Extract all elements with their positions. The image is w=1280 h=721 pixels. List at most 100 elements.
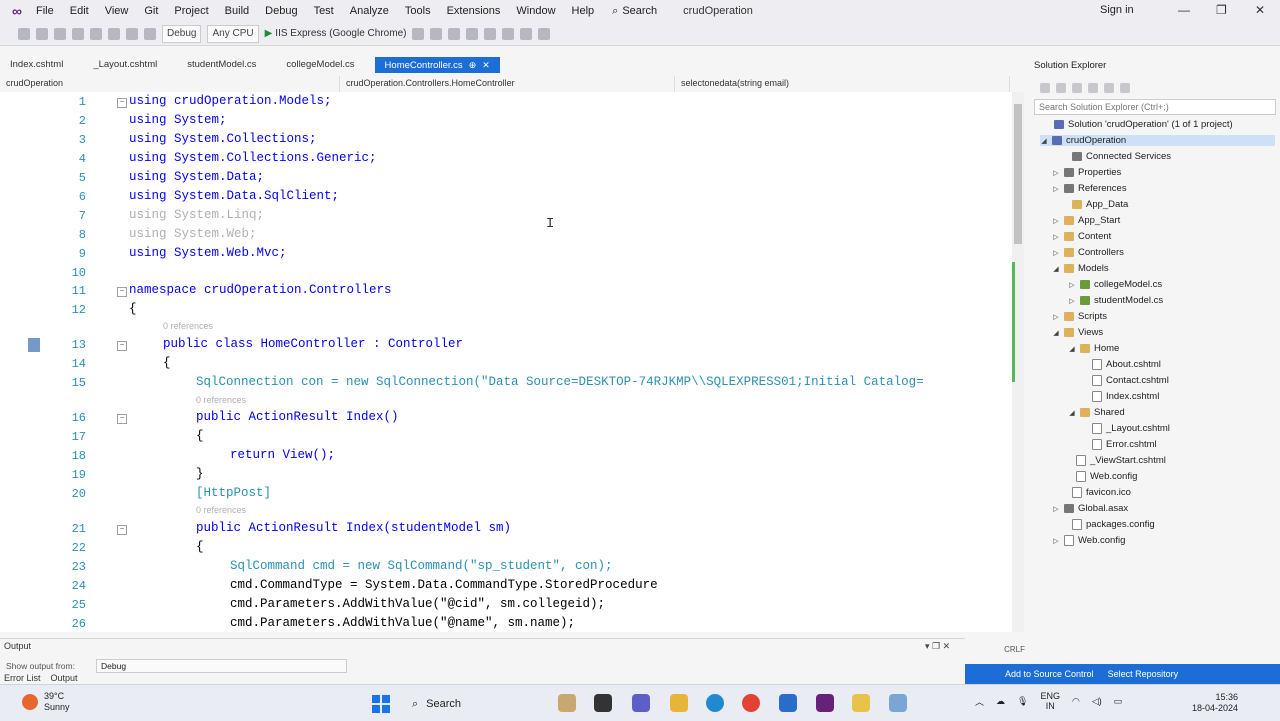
taskbar-app-icon[interactable] (852, 694, 870, 712)
home-icon[interactable] (1040, 83, 1050, 93)
tree-packages-config[interactable]: packages.config (1060, 519, 1155, 530)
tree-studentmodel[interactable]: ▷ studentModel.cs (1068, 295, 1163, 306)
collapse-all-icon[interactable] (1088, 83, 1098, 93)
tab-collegemodel-cs[interactable]: collegeModel.cs (276, 57, 364, 73)
visual-studio-icon[interactable] (816, 694, 834, 712)
tree-collegemodel[interactable]: ▷ collegeModel.cs (1068, 279, 1162, 290)
redo-icon[interactable] (144, 27, 156, 40)
new-project-icon[interactable] (54, 27, 66, 40)
breakpoint-glyph-icon[interactable] (28, 338, 40, 352)
show-all-files-icon[interactable] (1104, 83, 1114, 93)
tab-index-cshtml[interactable]: Index.cshtml (0, 57, 73, 73)
taskbar-search[interactable]: ⌕ Search (408, 693, 542, 715)
scrollbar-thumb[interactable] (1014, 104, 1022, 244)
tab-studentmodel-cs[interactable]: studentModel.cs (177, 57, 266, 73)
tree-contact-cshtml[interactable]: Contact.cshtml (1092, 375, 1169, 386)
tree-index-cshtml[interactable]: Index.cshtml (1092, 391, 1159, 402)
refresh-icon[interactable] (430, 27, 443, 40)
browser-link-icon[interactable] (448, 27, 461, 40)
close-icon[interactable]: ✕ (1255, 3, 1265, 17)
tree-web-config[interactable]: ▷ Web.config (1052, 535, 1125, 546)
tree-connected-services[interactable]: Connected Services (1060, 151, 1171, 162)
taskbar-clock[interactable]: 15:36 18-04-2024 (1192, 692, 1238, 714)
start-without-debug-icon[interactable] (412, 27, 425, 40)
collapse-toggle[interactable]: − (117, 98, 127, 108)
refresh-icon[interactable] (1072, 83, 1082, 93)
windows-start-icon[interactable] (372, 695, 390, 713)
tab-homecontroller-cs[interactable]: HomeController.cs ⊕ ✕ (374, 57, 500, 73)
language-indicator[interactable]: ENG IN (1040, 691, 1060, 711)
tab-output[interactable]: Output (51, 673, 78, 683)
codelens-references[interactable]: 0 references (163, 321, 213, 331)
microphone-icon[interactable]: 🎙 (1017, 696, 1028, 707)
menu-analyze[interactable]: Analyze (342, 5, 397, 17)
weather-widget[interactable]: 39°C Sunny (22, 691, 70, 713)
platform-select[interactable]: Any CPU (207, 24, 259, 43)
menu-view[interactable]: View (97, 5, 137, 17)
taskbar-app-icon[interactable] (558, 694, 576, 712)
tree-project[interactable]: ◢ crudOperation (1040, 135, 1275, 146)
tree-app-data[interactable]: App_Data (1060, 199, 1128, 210)
tab-layout-cshtml[interactable]: _Layout.cshtml (83, 57, 167, 73)
line-ending-indicator[interactable]: CRLF (950, 645, 1025, 659)
select-repository-button[interactable]: Select Repository (1108, 669, 1179, 679)
menu-project[interactable]: Project (166, 5, 216, 17)
panel-pin-icon[interactable]: ▾ ❐ ✕ (925, 641, 950, 652)
store-icon[interactable] (779, 694, 797, 712)
chrome-icon[interactable] (742, 694, 760, 712)
collapse-toggle[interactable]: − (117, 525, 127, 535)
tree-error-cshtml[interactable]: Error.cshtml (1092, 439, 1157, 450)
step-into-icon[interactable] (466, 27, 479, 40)
codelens-references[interactable]: 0 references (196, 395, 246, 405)
wifi-icon[interactable]: ◠ (1072, 696, 1080, 707)
minimize-icon[interactable]: — (1178, 3, 1190, 17)
tree-controllers[interactable]: ▷ Controllers (1052, 247, 1124, 258)
menu-build[interactable]: Build (217, 5, 257, 17)
collapse-toggle[interactable]: − (117, 414, 127, 424)
configuration-select[interactable]: Debug (162, 24, 202, 43)
teams-icon[interactable] (632, 694, 650, 712)
member-dropdown[interactable]: selectonedata(string email) (675, 76, 1010, 92)
chevron-up-icon[interactable]: ︿ (975, 695, 984, 708)
edge-icon[interactable] (706, 694, 724, 712)
taskbar-app-icon[interactable] (889, 694, 907, 712)
solution-explorer-search[interactable]: Search Solution Explorer (Ctrl+;) (1034, 99, 1276, 115)
class-dropdown[interactable]: crudOperation.Controllers.HomeController (340, 76, 675, 92)
project-dropdown[interactable]: crudOperation (0, 76, 340, 92)
menu-file[interactable]: File (28, 5, 62, 17)
file-explorer-icon[interactable] (670, 694, 688, 712)
comment-icon[interactable] (502, 27, 515, 40)
tree-global-asax[interactable]: ▷ Global.asax (1052, 503, 1128, 514)
undo-icon[interactable] (126, 27, 138, 40)
tree-viewstart-cshtml[interactable]: _ViewStart.cshtml (1076, 455, 1166, 466)
tree-properties[interactable]: ▷ Properties (1052, 167, 1121, 178)
step-over-icon[interactable] (484, 27, 497, 40)
sync-icon[interactable] (1056, 83, 1066, 93)
tree-shared[interactable]: ◢ Shared (1068, 407, 1124, 418)
tree-solution[interactable]: Solution 'crudOperation' (1 of 1 project… (1042, 119, 1233, 130)
codelens-references[interactable]: 0 references (196, 505, 246, 515)
tree-references[interactable]: ▷ References (1052, 183, 1126, 194)
uncomment-icon[interactable] (520, 27, 533, 40)
menu-git[interactable]: Git (136, 5, 166, 17)
tree-scripts[interactable]: ▷ Scripts (1052, 311, 1107, 322)
menu-debug[interactable]: Debug (257, 5, 305, 17)
tree-models[interactable]: ◢ Models (1052, 263, 1108, 274)
collapse-toggle[interactable]: − (117, 287, 127, 297)
close-tab-icon[interactable]: ✕ (482, 60, 490, 70)
volume-icon[interactable]: ◁) (1092, 696, 1102, 707)
save-all-icon[interactable] (108, 27, 120, 40)
tree-about-cshtml[interactable]: About.cshtml (1092, 359, 1161, 370)
output-source-select[interactable]: Debug (96, 659, 347, 673)
menu-extensions[interactable]: Extensions (439, 5, 509, 17)
tree-favicon[interactable]: favicon.ico (1060, 487, 1131, 498)
sign-in-link[interactable]: Sign in (1100, 4, 1134, 16)
menu-tools[interactable]: Tools (397, 5, 439, 17)
bookmark-icon[interactable] (538, 27, 551, 40)
menu-window[interactable]: Window (508, 5, 563, 17)
back-icon[interactable] (18, 27, 30, 40)
tree-app-start[interactable]: ▷ App_Start (1052, 215, 1120, 226)
tree-content[interactable]: ▷ Content (1052, 231, 1111, 242)
menu-test[interactable]: Test (306, 5, 342, 17)
tab-error-list[interactable]: Error List (4, 673, 41, 683)
